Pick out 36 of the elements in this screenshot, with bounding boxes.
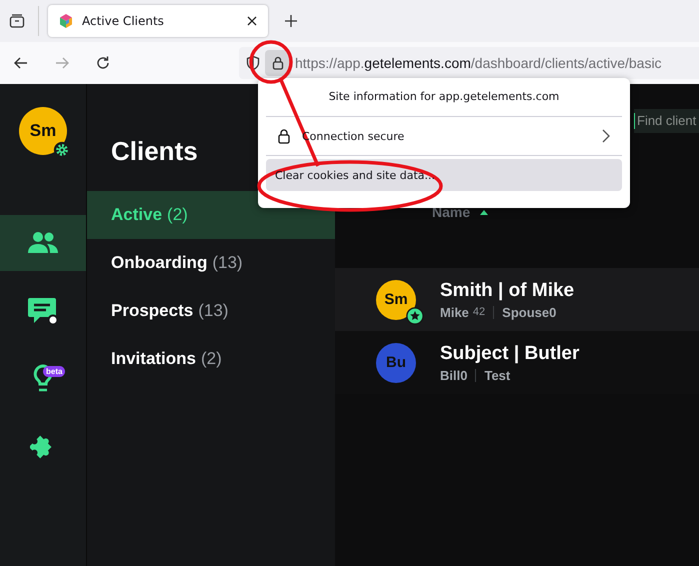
address-bar[interactable]: https://app.getelements.com/dashboard/clients/active/basic (239, 47, 699, 79)
reload-icon[interactable] (95, 55, 111, 71)
new-tab-icon[interactable] (284, 14, 298, 28)
rail-item[interactable] (0, 215, 86, 271)
popup-title: Site information for app.getelements.com (328, 89, 560, 105)
people-icon (27, 231, 59, 255)
close-icon[interactable] (246, 15, 258, 27)
chat-icon (27, 296, 59, 326)
client-detail: Test (484, 368, 510, 382)
gear-icon (53, 141, 71, 159)
client-avatar: Bu (376, 342, 416, 382)
url-text: https://app.getelements.com/dashboard/clients/active/basic (295, 55, 662, 71)
client-name: Smith | of Mike (440, 280, 574, 302)
client-detail: Spouse0 (502, 304, 556, 320)
cube-icon (58, 13, 74, 29)
client-detail: Mike (440, 304, 469, 320)
rail-item[interactable]: beta (0, 351, 86, 407)
nav-item[interactable]: Invitations (2) (87, 335, 335, 383)
lock-icon (276, 128, 292, 144)
client-detail: Bill0 (440, 368, 468, 382)
annotation-circle (249, 40, 293, 84)
client-name: Subject | Butler (440, 342, 580, 364)
lock-icon (270, 55, 286, 71)
age-text: 42 (472, 306, 486, 318)
nav-item[interactable]: Prospects (13) (87, 287, 335, 335)
client-row[interactable]: Sm Smith | of Mike Mike 42 Spouse0 (335, 268, 699, 331)
search-field[interactable]: Find client (634, 108, 699, 132)
nav-item[interactable]: Onboarding (13) (87, 239, 335, 287)
beta-badge: beta (43, 366, 66, 377)
shield-icon[interactable] (245, 55, 261, 71)
back-icon[interactable] (13, 55, 29, 71)
tab-title: Active Clients (82, 14, 165, 28)
browser-tab[interactable]: Active Clients (48, 5, 268, 37)
tab-list-icon[interactable] (9, 13, 25, 29)
user-avatar[interactable]: Sm (19, 107, 67, 155)
chevron-icon (602, 129, 610, 143)
